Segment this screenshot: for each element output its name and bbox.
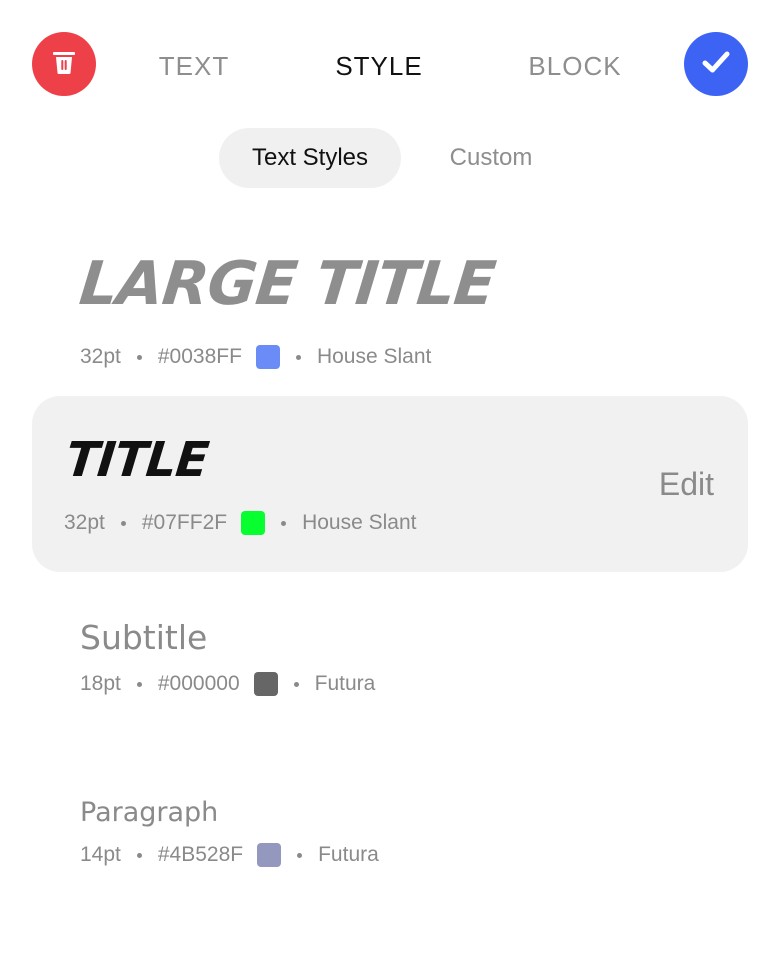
top-toolbar: TEXT STYLE BLOCK	[0, 0, 780, 128]
separator-dot	[295, 354, 301, 360]
style-size: 14pt	[80, 843, 121, 866]
style-row-title[interactable]: Title 32pt #07FF2F House Slant Edit	[32, 396, 748, 572]
style-size: 32pt	[64, 511, 105, 534]
style-sample-large-title: Large Title	[76, 249, 499, 319]
style-meta: 32pt #0038FF House Slant	[80, 343, 431, 371]
color-swatch	[257, 843, 282, 867]
style-sample-paragraph: Paragraph	[80, 797, 219, 828]
separator-dot	[136, 354, 142, 360]
tab-style[interactable]: STYLE	[289, 48, 469, 84]
segment-custom[interactable]: Custom	[421, 128, 561, 188]
style-meta: 32pt #07FF2F House Slant	[64, 509, 416, 537]
edit-button[interactable]: Edit	[659, 466, 714, 502]
color-swatch	[253, 672, 278, 696]
separator-dot	[281, 520, 287, 526]
style-row-paragraph[interactable]: Paragraph 14pt #4B528F Futura	[32, 790, 748, 880]
tab-text[interactable]: TEXT	[104, 48, 284, 84]
separator-dot	[136, 681, 142, 687]
style-font: House Slant	[302, 511, 417, 534]
confirm-button[interactable]	[684, 32, 748, 96]
separator-dot	[293, 681, 299, 687]
style-meta: 18pt #000000 Futura	[80, 670, 375, 698]
style-font: House Slant	[316, 345, 432, 368]
style-row-large-title[interactable]: Large Title 32pt #0038FF House Slant	[32, 236, 748, 386]
style-color-hex: #0038FF	[157, 345, 242, 368]
style-size: 18pt	[80, 672, 121, 695]
delete-button[interactable]	[32, 32, 96, 96]
style-font: Futura	[314, 672, 376, 695]
separator-dot	[297, 852, 303, 858]
separator-dot	[136, 852, 142, 858]
style-row-subtitle[interactable]: Subtitle 18pt #000000 Futura	[32, 610, 748, 710]
color-swatch	[255, 345, 280, 369]
style-sample-title: Title	[63, 432, 211, 488]
style-color-hex: #000000	[157, 672, 240, 695]
separator-dot	[120, 520, 126, 526]
style-size: 32pt	[80, 345, 121, 368]
tab-block[interactable]: BLOCK	[485, 48, 665, 84]
style-sample-subtitle: Subtitle	[80, 618, 208, 657]
checkmark-icon	[699, 45, 733, 84]
style-color-hex: #4B528F	[157, 843, 244, 866]
style-font: Futura	[318, 843, 379, 866]
style-color-hex: #07FF2F	[141, 511, 228, 534]
segment-text-styles[interactable]: Text Styles	[219, 128, 401, 188]
style-meta: 14pt #4B528F Futura	[80, 841, 379, 869]
trash-icon	[49, 47, 79, 82]
color-swatch	[241, 511, 266, 535]
